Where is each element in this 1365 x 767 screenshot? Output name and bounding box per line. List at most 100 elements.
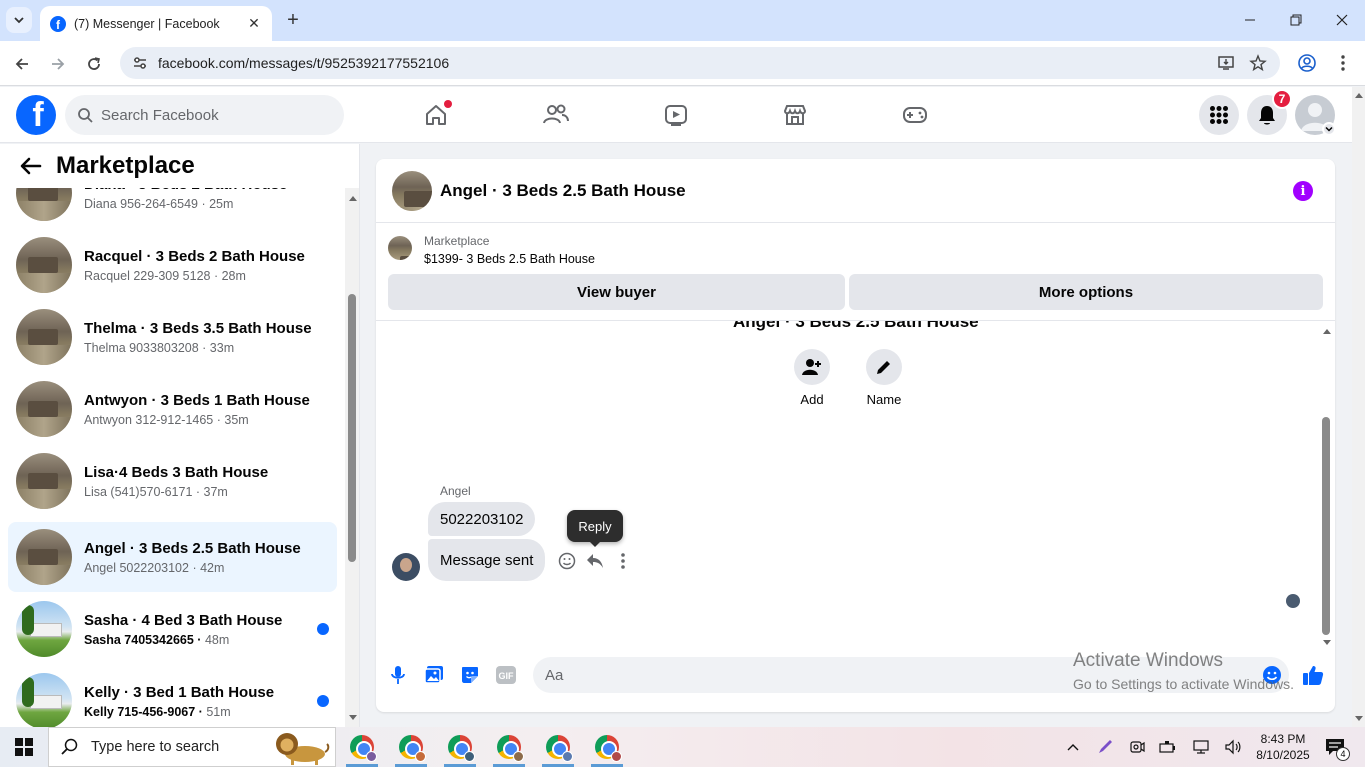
minimize-icon bbox=[1245, 19, 1255, 21]
new-tab-button[interactable]: + bbox=[282, 9, 304, 31]
bell-icon bbox=[1259, 106, 1275, 125]
window-close-button[interactable] bbox=[1319, 0, 1365, 40]
browser-menu-button[interactable] bbox=[1330, 50, 1356, 76]
add-label: Add bbox=[800, 392, 824, 407]
conversation-snippet: Diana 956-264-6549 · 25m bbox=[84, 196, 234, 211]
star-icon bbox=[1249, 54, 1267, 72]
taskbar-chrome-2[interactable] bbox=[387, 727, 435, 767]
nav-friends[interactable] bbox=[500, 95, 612, 135]
nav-marketplace[interactable] bbox=[739, 95, 851, 135]
scroll-down-arrow-icon[interactable] bbox=[1319, 637, 1334, 649]
back-button[interactable] bbox=[8, 50, 36, 78]
conversation-item-unread[interactable]: Sasha · 4 Bed 3 Bath House Sasha 7405342… bbox=[8, 594, 337, 664]
seen-indicator-avatar bbox=[1286, 594, 1300, 608]
conversation-item-active[interactable]: Angel · 3 Beds 2.5 Bath House Angel 5022… bbox=[8, 522, 337, 592]
info-icon[interactable]: i bbox=[1293, 181, 1313, 201]
tab-close-icon[interactable]: ✕ bbox=[246, 15, 262, 32]
search-input[interactable] bbox=[101, 106, 321, 124]
facebook-search[interactable] bbox=[65, 95, 344, 135]
facebook-logo[interactable]: f bbox=[16, 95, 56, 135]
back-arrow-icon[interactable] bbox=[20, 157, 42, 175]
forward-button[interactable] bbox=[44, 50, 72, 78]
message-bubble[interactable]: Message sent bbox=[428, 539, 546, 581]
thread-scrollbar[interactable] bbox=[1319, 321, 1335, 651]
message-input[interactable] bbox=[545, 666, 1245, 684]
tray-meet-icon[interactable] bbox=[1126, 727, 1148, 767]
reply-icon[interactable] bbox=[583, 549, 607, 573]
account-caret[interactable] bbox=[1322, 122, 1336, 136]
view-buyer-button[interactable]: View buyer bbox=[388, 274, 845, 310]
snippet-time: 28m bbox=[221, 268, 246, 283]
tray-pen-icon[interactable] bbox=[1094, 727, 1116, 767]
tray-network-icon[interactable] bbox=[1190, 727, 1212, 767]
scroll-up-arrow-icon[interactable] bbox=[1352, 89, 1365, 101]
friends-icon bbox=[543, 104, 569, 124]
scroll-down-arrow-icon[interactable] bbox=[1352, 713, 1365, 725]
action-center-button[interactable]: 4 bbox=[1322, 735, 1350, 761]
chat-list-scrollbar[interactable] bbox=[345, 188, 359, 727]
restore-button[interactable] bbox=[1273, 0, 1319, 40]
page-scrollbar[interactable] bbox=[1352, 87, 1365, 727]
install-app-button[interactable] bbox=[1213, 50, 1239, 76]
listing-title[interactable]: $1399- 3 Beds 2.5 Bath House bbox=[424, 252, 595, 266]
site-settings-icon[interactable] bbox=[128, 55, 152, 71]
conversation-item[interactable]: Thelma · 3 Beds 3.5 Bath House Thelma 90… bbox=[8, 302, 337, 372]
listing-thumbnail bbox=[16, 237, 72, 293]
taskbar-chrome-6[interactable] bbox=[583, 727, 631, 767]
clock-time: 8:43 PM bbox=[1260, 732, 1306, 746]
conversation-item[interactable]: Racquel · 3 Beds 2 Bath House Racquel 22… bbox=[8, 230, 337, 300]
nav-gaming[interactable] bbox=[859, 95, 971, 135]
minimize-button[interactable] bbox=[1227, 0, 1273, 40]
gif-icon[interactable]: GIF bbox=[494, 663, 518, 687]
message-more-icon[interactable] bbox=[611, 549, 635, 573]
scrollbar-thumb[interactable] bbox=[1322, 417, 1330, 635]
taskbar-chrome-3[interactable] bbox=[436, 727, 484, 767]
profile-button[interactable] bbox=[1294, 50, 1320, 76]
snippet-text: Diana 956-264-6549 bbox=[84, 196, 198, 211]
snippet-text: Angel 5022203102 bbox=[84, 560, 189, 575]
more-options-button[interactable]: More options bbox=[849, 274, 1323, 310]
sender-avatar[interactable] bbox=[392, 553, 420, 581]
tray-volume-icon[interactable] bbox=[1222, 727, 1244, 767]
conversation-avatar[interactable] bbox=[392, 170, 432, 211]
sticker-icon[interactable] bbox=[458, 663, 482, 687]
taskbar-clock[interactable]: 8:43 PM 8/10/2025 bbox=[1252, 731, 1314, 763]
tab-search-button[interactable] bbox=[6, 7, 32, 33]
reload-button[interactable] bbox=[80, 50, 108, 78]
grid-menu-icon bbox=[1210, 106, 1228, 124]
conversation-item[interactable]: Antwyon · 3 Beds 1 Bath House Antwyon 31… bbox=[8, 374, 337, 444]
react-smiley-icon[interactable] bbox=[555, 549, 579, 573]
scroll-up-arrow-icon[interactable] bbox=[1319, 325, 1334, 337]
scroll-down-arrow-icon[interactable] bbox=[345, 712, 359, 724]
photo-icon[interactable] bbox=[422, 663, 446, 687]
address-bar[interactable]: facebook.com/messages/t/9525392177552106 bbox=[120, 47, 1280, 79]
start-button[interactable] bbox=[0, 727, 48, 767]
nav-video[interactable] bbox=[620, 95, 732, 135]
close-icon bbox=[1336, 14, 1348, 26]
like-thumbs-up-icon[interactable] bbox=[1301, 663, 1325, 687]
taskbar-chrome-5[interactable] bbox=[534, 727, 582, 767]
message-bubble[interactable]: 5022203102 bbox=[428, 502, 536, 536]
microphone-icon[interactable] bbox=[386, 663, 410, 687]
conversation-title[interactable]: Angel · 3 Beds 2.5 Bath House bbox=[440, 181, 686, 201]
scroll-up-arrow-icon[interactable] bbox=[345, 192, 359, 204]
emoji-icon[interactable] bbox=[1260, 663, 1284, 687]
taskbar-chrome-4[interactable] bbox=[485, 727, 533, 767]
taskbar-chrome-1[interactable] bbox=[338, 727, 386, 767]
message-input-wrapper[interactable] bbox=[533, 657, 1289, 693]
panel-header: Marketplace bbox=[0, 144, 345, 188]
scrollbar-thumb[interactable] bbox=[348, 294, 356, 562]
conversation-item[interactable]: Lisa·4 Beds 3 Bath House Lisa (541)570-6… bbox=[8, 446, 337, 516]
tray-expand-button[interactable] bbox=[1062, 727, 1084, 767]
menu-button[interactable] bbox=[1199, 95, 1239, 135]
conversation-name: Thelma · 3 Beds 3.5 Bath House bbox=[84, 319, 312, 337]
add-contact-action[interactable]: Add bbox=[782, 349, 842, 407]
conversation-item-unread[interactable]: Kelly · 3 Bed 1 Bath House Kelly 715-456… bbox=[8, 666, 337, 727]
browser-tab-messenger[interactable]: f (7) Messenger | Facebook ✕ bbox=[40, 6, 272, 41]
snippet-text: Lisa (541)570-6171 bbox=[84, 484, 193, 499]
nav-home[interactable] bbox=[380, 95, 492, 135]
bookmark-button[interactable] bbox=[1245, 50, 1271, 76]
taskbar-search[interactable]: Type here to search bbox=[48, 727, 336, 767]
edit-name-action[interactable]: Name bbox=[854, 349, 914, 407]
tray-battery-icon[interactable] bbox=[1157, 727, 1179, 767]
